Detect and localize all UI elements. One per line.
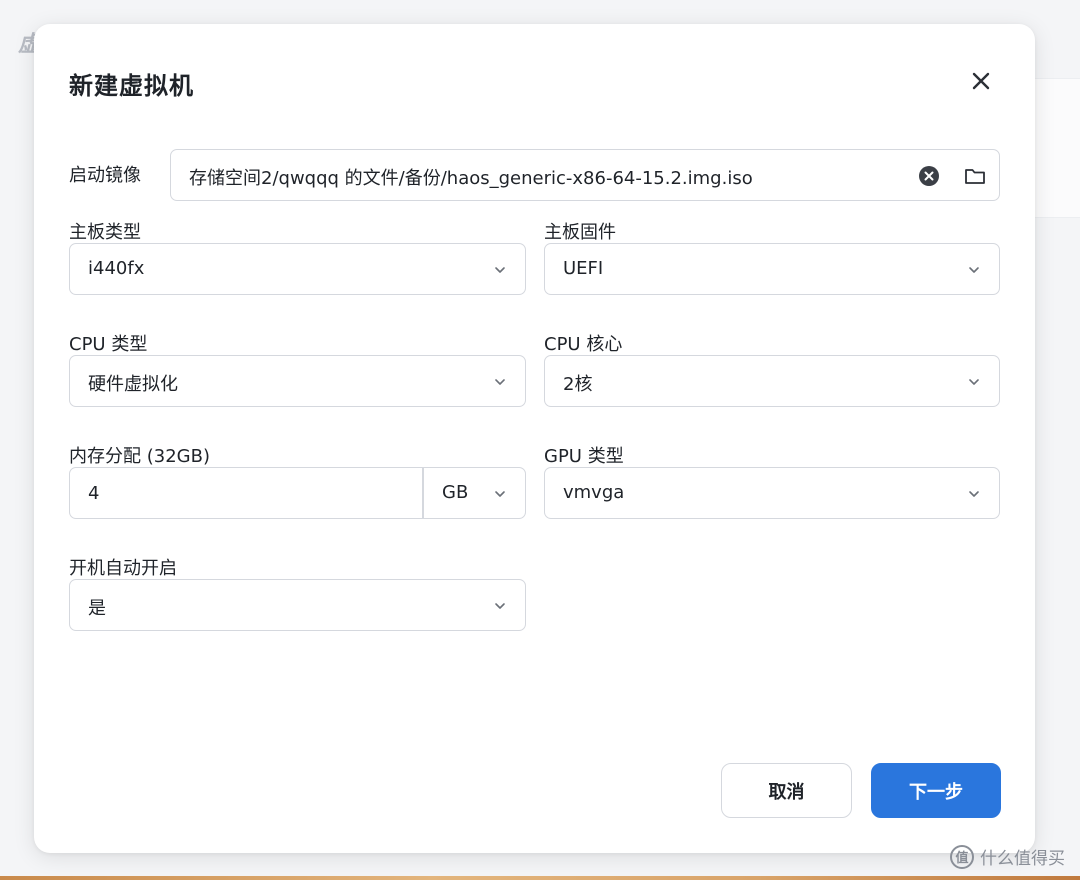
memory-unit-value: GB [442, 482, 469, 503]
chevron-down-icon [969, 491, 979, 497]
boot-image-label: 启动镜像 [69, 165, 141, 186]
bottom-strip [0, 876, 1080, 880]
folder-icon[interactable] [963, 165, 987, 187]
memory-label: 内存分配 (32GB) [69, 446, 210, 467]
boot-image-field[interactable]: 存储空间2/qwqqq 的文件/备份/haos_generic-x86-64-1… [170, 149, 1000, 201]
clear-circle-icon[interactable] [918, 165, 940, 187]
next-step-button[interactable]: 下一步 [871, 763, 1001, 818]
board-firmware-select[interactable]: UEFI [544, 243, 1000, 295]
autostart-select[interactable]: 是 [69, 579, 526, 631]
boot-image-value: 存储空间2/qwqqq 的文件/备份/haos_generic-x86-64-1… [189, 168, 753, 189]
watermark-logo-icon: 值 [950, 844, 974, 869]
dialog-title: 新建虚拟机 [69, 72, 194, 100]
gpu-type-label: GPU 类型 [544, 446, 624, 467]
gpu-type-select[interactable]: vmvga [544, 467, 1000, 519]
memory-unit-select[interactable]: GB [424, 468, 525, 518]
board-type-value: i440fx [88, 258, 145, 279]
cpu-type-select[interactable]: 硬件虚拟化 [69, 355, 526, 407]
cpu-type-value: 硬件虚拟化 [88, 374, 178, 395]
board-type-label: 主板类型 [69, 222, 141, 243]
close-icon[interactable] [968, 68, 994, 94]
cancel-button[interactable]: 取消 [721, 763, 852, 818]
gpu-type-value: vmvga [563, 482, 625, 503]
cpu-cores-select[interactable]: 2核 [544, 355, 1000, 407]
chevron-down-icon [969, 379, 979, 385]
chevron-down-icon [495, 267, 505, 273]
background-panel [1034, 78, 1080, 218]
chevron-down-icon [495, 379, 505, 385]
new-vm-dialog: 新建虚拟机 启动镜像 存储空间2/qwqqq 的文件/备份/haos_gener… [34, 24, 1035, 853]
memory-input[interactable] [70, 468, 422, 518]
chevron-down-icon [495, 603, 505, 609]
board-firmware-label: 主板固件 [544, 222, 616, 243]
board-type-select[interactable]: i440fx [69, 243, 526, 295]
autostart-value: 是 [88, 598, 106, 619]
autostart-label: 开机自动开启 [69, 558, 177, 579]
cpu-cores-label: CPU 核心 [544, 334, 623, 355]
chevron-down-icon [495, 491, 505, 497]
chevron-down-icon [969, 267, 979, 273]
board-firmware-value: UEFI [563, 258, 604, 279]
memory-field: GB [69, 467, 526, 519]
watermark: 值 什么值得买 [950, 844, 1065, 869]
cpu-type-label: CPU 类型 [69, 334, 148, 355]
cpu-cores-value: 2核 [563, 374, 593, 395]
watermark-text: 什么值得买 [980, 849, 1065, 869]
